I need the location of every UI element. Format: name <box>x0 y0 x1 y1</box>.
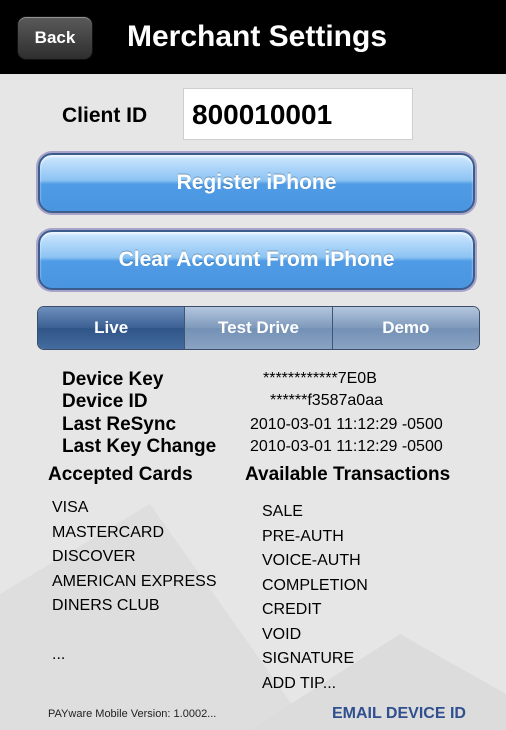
last-key-change-value: 2010-03-01 11:12:29 -0500 <box>250 438 443 455</box>
device-key-value: ************7E0B <box>263 370 377 387</box>
available-transactions-heading: Available Transactions <box>245 464 451 485</box>
list-item: VISA <box>52 499 89 516</box>
list-item: VOICE-AUTH <box>262 552 361 569</box>
accepted-cards-heading: Accepted Cards <box>48 464 193 485</box>
clear-account-button[interactable]: Clear Account From iPhone <box>38 230 475 290</box>
page-title: Merchant Settings <box>126 20 388 53</box>
list-item: CREDIT <box>262 601 322 618</box>
list-item: PRE-AUTH <box>262 527 344 545</box>
last-resync-label: Last ReSync <box>62 414 177 435</box>
list-item: ADD TIP... <box>262 674 337 692</box>
mode-segmented-control: Live Test Drive Demo <box>37 306 480 350</box>
last-resync-value: 2010-03-01 11:12:29 -0500 <box>250 416 443 433</box>
list-item: ... <box>52 646 66 663</box>
device-id-label: Device ID <box>62 391 148 412</box>
version-text: PAYware Mobile Version: 1.0002... <box>48 708 217 720</box>
settings-content: Client ID 800010001 Register iPhone Clea… <box>0 74 506 730</box>
navigation-bar: Back Merchant Settings <box>0 0 506 74</box>
list-item: VOID <box>262 625 302 643</box>
list-item: DINERS CLUB <box>52 597 160 614</box>
segment-live[interactable]: Live <box>38 307 185 349</box>
last-key-change-label: Last Key Change <box>62 436 217 457</box>
list-item: SALE <box>262 503 303 520</box>
accepted-cards-list: VISA MASTERCARD DISCOVER AMERICAN EXPRES… <box>52 496 216 668</box>
list-item: DISCOVER <box>52 548 136 565</box>
list-item: COMPLETION <box>262 576 368 594</box>
available-transactions-list: SALE PRE-AUTH VOICE-AUTH COMPLETION CRED… <box>262 500 368 696</box>
client-id-label: Client ID <box>62 104 148 127</box>
device-key-label: Device Key <box>62 369 164 390</box>
device-id-value: ******f3587a0aa <box>270 392 383 409</box>
email-device-id-link[interactable]: EMAIL DEVICE ID <box>332 705 466 723</box>
back-button[interactable]: Back <box>17 16 93 60</box>
list-item: MASTERCARD <box>52 523 165 541</box>
register-iphone-button[interactable]: Register iPhone <box>38 153 475 213</box>
segment-test-drive[interactable]: Test Drive <box>184 307 332 349</box>
client-id-field[interactable]: 800010001 <box>183 88 413 140</box>
list-item <box>52 619 216 644</box>
list-item: SIGNATURE <box>262 650 355 667</box>
list-item: AMERICAN EXPRESS <box>52 572 217 590</box>
segment-demo[interactable]: Demo <box>331 307 479 349</box>
